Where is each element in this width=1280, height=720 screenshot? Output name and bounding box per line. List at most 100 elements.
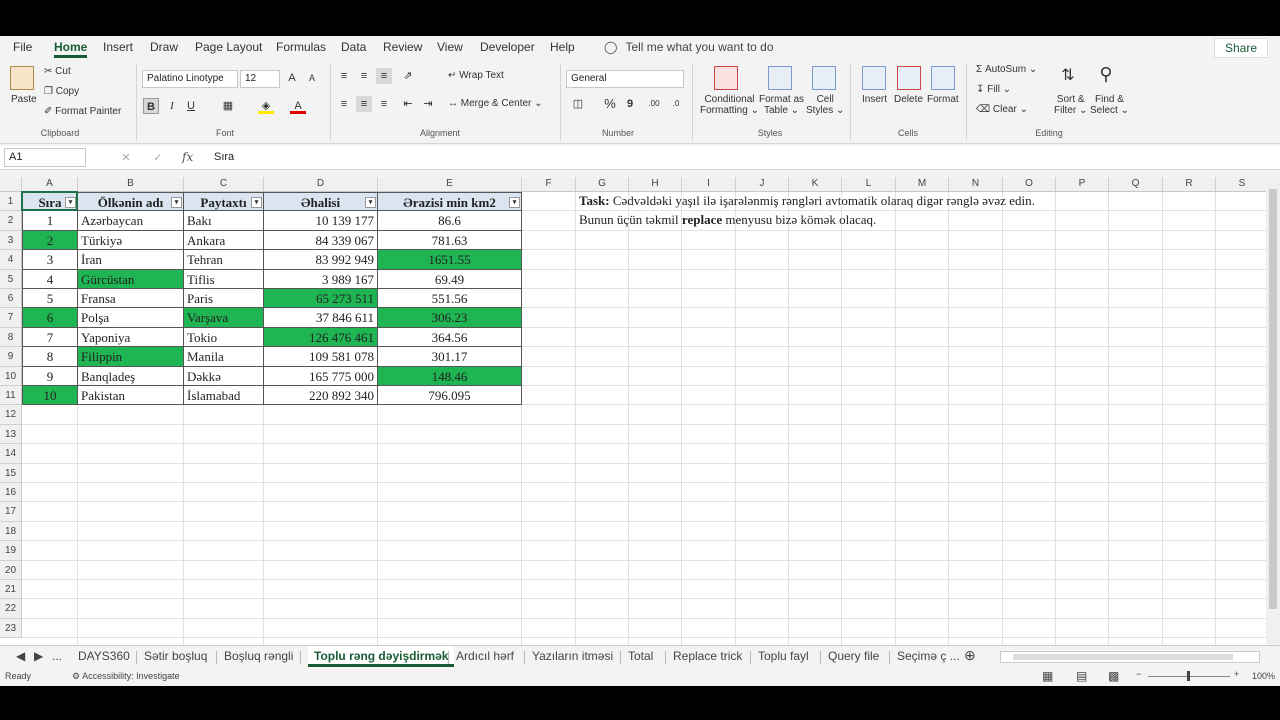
underline-button[interactable]: U (183, 98, 199, 114)
number-format-select[interactable]: General (566, 70, 684, 88)
table-cell[interactable]: 109 581 078 (264, 347, 378, 367)
currency-icon[interactable]: ◫ (570, 96, 586, 112)
table-cell[interactable]: Ankara (184, 230, 264, 251)
tab-review[interactable]: Review (383, 40, 422, 54)
table-cell[interactable]: 3 989 167 (264, 269, 378, 289)
paste-button[interactable]: Paste (11, 94, 37, 105)
table-cell[interactable]: 165 775 000 (264, 366, 378, 386)
horizontal-scroll-thumb[interactable] (1013, 654, 1233, 660)
zoom-slider-thumb[interactable] (1187, 671, 1190, 681)
tab-view[interactable]: View (437, 40, 463, 54)
page-layout-view-icon[interactable]: ▤ (1076, 669, 1087, 683)
zoom-out-icon[interactable]: − (1136, 669, 1141, 679)
tab-home[interactable]: Home (54, 40, 88, 58)
table-header-cell[interactable]: Əhalisi ▾ (264, 192, 378, 212)
row-header[interactable]: 5 (0, 269, 22, 289)
column-header[interactable]: P (1056, 177, 1109, 192)
filter-dropdown-icon[interactable]: ▾ (509, 197, 520, 208)
row-header[interactable]: 15 (0, 463, 22, 483)
table-cell[interactable]: 69.49 (378, 269, 522, 289)
column-header[interactable]: G (576, 177, 629, 192)
table-cell[interactable]: Filippin (78, 347, 184, 367)
insert-function-button[interactable]: fx (182, 150, 193, 164)
decrease-indent-icon[interactable]: ⇤ (400, 96, 416, 112)
filter-dropdown-icon[interactable]: ▾ (251, 197, 262, 208)
table-cell[interactable]: 8 (22, 347, 78, 367)
align-center-icon[interactable]: ≡ (356, 96, 372, 112)
find-select-button[interactable]: Find & Select ⌄ (1090, 94, 1129, 116)
clear-button[interactable]: ⌫ Clear ⌄ (976, 104, 1028, 115)
table-cell[interactable]: Gürcüstan (78, 269, 184, 289)
table-header-cell[interactable]: Ölkənin adı ▾ (78, 192, 184, 212)
row-header[interactable]: 7 (0, 308, 22, 328)
enter-icon[interactable]: ✓ (150, 150, 166, 166)
table-cell[interactable]: 1 (22, 211, 78, 231)
tab-insert[interactable]: Insert (103, 40, 133, 54)
table-cell[interactable]: 5 (22, 289, 78, 309)
table-cell[interactable]: 7 (22, 327, 78, 348)
table-cell[interactable]: Manila (184, 347, 264, 367)
cell-styles-icon[interactable] (812, 66, 836, 90)
column-header[interactable]: D (264, 177, 378, 192)
align-middle-icon[interactable]: ≡ (356, 68, 372, 84)
row-header[interactable]: 19 (0, 541, 22, 561)
format-cells-button[interactable]: Format (927, 94, 959, 105)
table-cell[interactable]: 301.17 (378, 347, 522, 367)
column-header[interactable]: B (78, 177, 184, 192)
sort-filter-button[interactable]: Sort & Filter ⌄ (1054, 94, 1087, 116)
delete-cells-icon[interactable] (897, 66, 921, 90)
table-cell[interactable]: Dəkkə (184, 366, 264, 386)
vertical-scroll-thumb[interactable] (1269, 189, 1277, 609)
cut-button[interactable]: ✂ Cut (44, 66, 71, 77)
table-cell[interactable]: İran (78, 250, 184, 270)
table-cell[interactable]: 220 892 340 (264, 386, 378, 406)
vertical-scrollbar[interactable] (1266, 177, 1280, 645)
column-header[interactable]: S (1216, 177, 1266, 192)
row-header[interactable]: 3 (0, 230, 22, 251)
new-sheet-icon[interactable]: ⊕ (964, 647, 976, 664)
column-header[interactable]: M (896, 177, 949, 192)
table-cell[interactable]: 551.56 (378, 289, 522, 309)
column-header[interactable]: F (522, 177, 576, 192)
row-header[interactable]: 12 (0, 405, 22, 425)
increase-indent-icon[interactable]: ⇥ (420, 96, 436, 112)
table-cell[interactable]: Polşa (78, 308, 184, 328)
sheet-tab[interactable]: Replace trick (673, 649, 742, 663)
align-left-icon[interactable]: ≡ (336, 96, 352, 112)
table-cell[interactable]: 65 273 511 (264, 289, 378, 309)
merge-center-button[interactable]: ↔ Merge & Center ⌄ (448, 98, 543, 109)
worksheet-grid[interactable]: A B C D E F G H I J K L M N O P Q R S 1 2 3 4 5 6 7 8 9 10 11 12 13 14 15… (0, 177, 1266, 674)
sheet-tab[interactable]: DAYS360 (78, 649, 130, 663)
column-header[interactable]: C (184, 177, 264, 192)
filter-dropdown-icon[interactable]: ▾ (365, 197, 376, 208)
table-cell[interactable]: Tehran (184, 250, 264, 270)
table-cell[interactable]: İslamabad (184, 386, 264, 406)
table-cell[interactable]: 1651.55 (378, 250, 522, 270)
sheet-tab[interactable]: Toplu rəng dəyişdirmək (308, 646, 455, 667)
table-cell[interactable]: 148.46 (378, 366, 522, 386)
table-cell[interactable]: 86.6 (378, 211, 522, 231)
table-cell[interactable]: 10 (22, 386, 78, 406)
tab-developer[interactable]: Developer (480, 40, 535, 54)
paste-icon[interactable] (10, 66, 34, 90)
sort-filter-icon[interactable]: ⇅ (1060, 68, 1076, 84)
table-cell[interactable]: 83 992 949 (264, 250, 378, 270)
table-cell[interactable]: Banqladeş (78, 366, 184, 386)
column-header[interactable]: N (949, 177, 1003, 192)
tab-help[interactable]: Help (550, 40, 575, 54)
table-cell[interactable]: Pakistan (78, 386, 184, 406)
tab-draw[interactable]: Draw (150, 40, 178, 54)
page-break-view-icon[interactable]: ▩ (1108, 669, 1119, 683)
find-select-icon[interactable]: ⚲ (1098, 65, 1114, 83)
more-sheets-button[interactable]: ... (52, 649, 62, 663)
delete-cells-button[interactable]: Delete (894, 94, 923, 105)
conditional-formatting-button[interactable]: Conditional Formatting ⌄ (700, 94, 759, 116)
row-header[interactable]: 8 (0, 327, 22, 348)
task-text-line2[interactable]: Bunun üçün təkmil replace menyusu bizə k… (579, 212, 876, 228)
column-header[interactable]: E (378, 177, 522, 192)
row-header[interactable]: 14 (0, 444, 22, 464)
fill-color-icon[interactable]: ◈ (258, 98, 274, 114)
task-text-line1[interactable]: Task: Cədvəldəki yaşıl ilə işarələnmiş r… (579, 193, 1035, 209)
sheet-tab[interactable]: Query file (828, 649, 879, 663)
row-header[interactable]: 4 (0, 250, 22, 270)
